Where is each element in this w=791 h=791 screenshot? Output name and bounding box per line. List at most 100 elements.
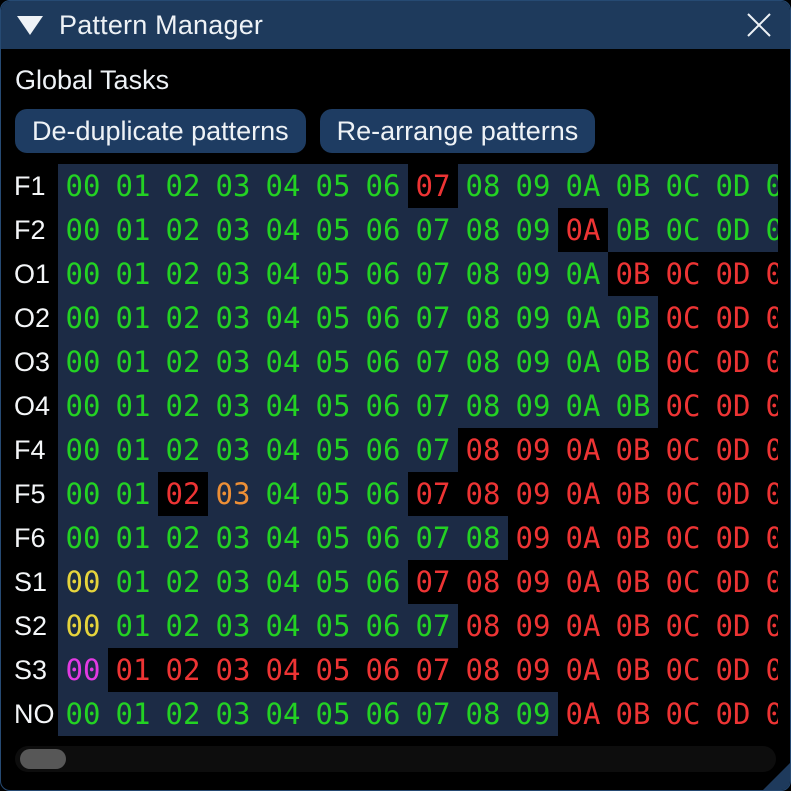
pattern-cell[interactable]: 07 <box>408 428 458 472</box>
pattern-cell[interactable]: 00 <box>58 296 108 340</box>
pattern-cell[interactable]: 0A <box>558 692 608 736</box>
pattern-cell[interactable]: 02 <box>158 208 208 252</box>
pattern-cell[interactable]: 08 <box>458 692 508 736</box>
pattern-cell[interactable]: 04 <box>258 384 308 428</box>
pattern-cell[interactable]: 00 <box>58 472 108 516</box>
pattern-cell[interactable]: 09 <box>508 560 558 604</box>
pattern-cell[interactable]: 06 <box>358 472 408 516</box>
pattern-cell[interactable]: 0D <box>708 164 758 208</box>
pattern-cell[interactable]: 05 <box>308 604 358 648</box>
pattern-cell[interactable]: 0A <box>558 648 608 692</box>
pattern-cell[interactable]: 02 <box>158 252 208 296</box>
pattern-cell[interactable]: 0E <box>758 208 778 252</box>
pattern-cell[interactable]: 09 <box>508 164 558 208</box>
collapse-triangle-icon[interactable] <box>17 16 43 35</box>
pattern-cell[interactable]: 0C <box>658 252 708 296</box>
pattern-cell[interactable]: 07 <box>408 648 458 692</box>
pattern-cell[interactable]: 08 <box>458 252 508 296</box>
rearrange-patterns-button[interactable]: Re-arrange patterns <box>320 109 596 153</box>
pattern-cell[interactable]: 0D <box>708 560 758 604</box>
pattern-cell[interactable]: 0B <box>608 604 658 648</box>
pattern-cell[interactable]: 0C <box>658 164 708 208</box>
pattern-cell[interactable]: 0B <box>608 208 658 252</box>
pattern-cell[interactable]: 02 <box>158 692 208 736</box>
pattern-cell[interactable]: 0A <box>558 208 608 252</box>
pattern-cell[interactable]: 0E <box>758 472 778 516</box>
pattern-cell[interactable]: 02 <box>158 164 208 208</box>
pattern-cell[interactable]: 0A <box>558 516 608 560</box>
pattern-cell[interactable]: 02 <box>158 604 208 648</box>
pattern-cell[interactable]: 02 <box>158 296 208 340</box>
pattern-cell[interactable]: 05 <box>308 252 358 296</box>
pattern-cell[interactable]: 00 <box>58 428 108 472</box>
pattern-cell[interactable]: 09 <box>508 604 558 648</box>
pattern-cell[interactable]: 0E <box>758 164 778 208</box>
pattern-cell[interactable]: 08 <box>458 164 508 208</box>
pattern-cell[interactable]: 01 <box>108 516 158 560</box>
pattern-cell[interactable]: 08 <box>458 208 508 252</box>
pattern-cell[interactable]: 08 <box>458 472 508 516</box>
pattern-cell[interactable]: 07 <box>408 340 458 384</box>
pattern-cell[interactable]: 02 <box>158 384 208 428</box>
pattern-cell[interactable]: 04 <box>258 648 308 692</box>
pattern-cell[interactable]: 04 <box>258 560 308 604</box>
pattern-cell[interactable]: 04 <box>258 604 308 648</box>
pattern-cell[interactable]: 01 <box>108 604 158 648</box>
pattern-cell[interactable]: 03 <box>208 516 258 560</box>
pattern-cell[interactable]: 06 <box>358 692 408 736</box>
pattern-cell[interactable]: 06 <box>358 560 408 604</box>
pattern-cell[interactable]: 0A <box>558 604 608 648</box>
pattern-cell[interactable]: 05 <box>308 340 358 384</box>
pattern-cell[interactable]: 00 <box>58 648 108 692</box>
pattern-cell[interactable]: 0B <box>608 648 658 692</box>
pattern-cell[interactable]: 0D <box>708 252 758 296</box>
pattern-cell[interactable]: 07 <box>408 472 458 516</box>
pattern-cell[interactable]: 09 <box>508 692 558 736</box>
pattern-cell[interactable]: 04 <box>258 296 308 340</box>
pattern-cell[interactable]: 0C <box>658 516 708 560</box>
pattern-cell[interactable]: 01 <box>108 560 158 604</box>
pattern-cell[interactable]: 04 <box>258 208 308 252</box>
pattern-cell[interactable]: 0B <box>608 472 658 516</box>
pattern-cell[interactable]: 03 <box>208 208 258 252</box>
pattern-cell[interactable]: 05 <box>308 428 358 472</box>
pattern-cell[interactable]: 07 <box>408 516 458 560</box>
pattern-cell[interactable]: 0E <box>758 384 778 428</box>
pattern-cell[interactable]: 02 <box>158 340 208 384</box>
pattern-cell[interactable]: 0B <box>608 428 658 472</box>
pattern-cell[interactable]: 07 <box>408 692 458 736</box>
titlebar[interactable]: Pattern Manager <box>1 1 790 49</box>
pattern-cell[interactable]: 0D <box>708 516 758 560</box>
pattern-cell[interactable]: 00 <box>58 604 108 648</box>
horizontal-scrollbar[interactable] <box>15 746 776 772</box>
pattern-cell[interactable]: 03 <box>208 560 258 604</box>
pattern-cell[interactable]: 0C <box>658 604 708 648</box>
pattern-cell[interactable]: 01 <box>108 648 158 692</box>
pattern-cell[interactable]: 06 <box>358 208 408 252</box>
pattern-cell[interactable]: 04 <box>258 428 308 472</box>
pattern-cell[interactable]: 0E <box>758 648 778 692</box>
pattern-cell[interactable]: 03 <box>208 340 258 384</box>
pattern-cell[interactable]: 08 <box>458 604 508 648</box>
pattern-cell[interactable]: 0A <box>558 472 608 516</box>
pattern-cell[interactable]: 03 <box>208 164 258 208</box>
pattern-cell[interactable]: 0D <box>708 428 758 472</box>
pattern-cell[interactable]: 00 <box>58 516 108 560</box>
pattern-cell[interactable]: 05 <box>308 692 358 736</box>
pattern-cell[interactable]: 08 <box>458 648 508 692</box>
pattern-cell[interactable]: 0B <box>608 692 658 736</box>
pattern-cell[interactable]: 0B <box>608 560 658 604</box>
pattern-cell[interactable]: 00 <box>58 164 108 208</box>
pattern-cell[interactable]: 08 <box>458 340 508 384</box>
pattern-cell[interactable]: 0C <box>658 428 708 472</box>
pattern-cell[interactable]: 05 <box>308 164 358 208</box>
pattern-cell[interactable]: 07 <box>408 208 458 252</box>
pattern-cell[interactable]: 00 <box>58 252 108 296</box>
pattern-cell[interactable]: 05 <box>308 472 358 516</box>
pattern-cell[interactable]: 03 <box>208 296 258 340</box>
pattern-cell[interactable]: 09 <box>508 208 558 252</box>
pattern-cell[interactable]: 01 <box>108 340 158 384</box>
pattern-cell[interactable]: 0B <box>608 252 658 296</box>
scrollbar-thumb[interactable] <box>20 749 66 769</box>
pattern-cell[interactable]: 0C <box>658 208 708 252</box>
